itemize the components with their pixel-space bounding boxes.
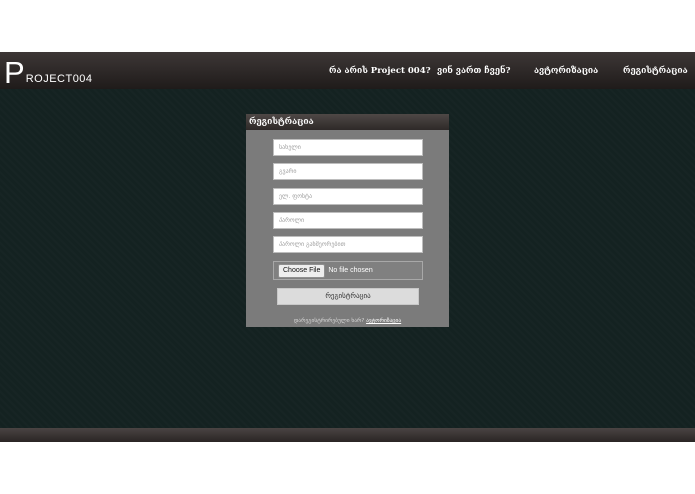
password-input[interactable] [273, 212, 423, 229]
first-name-input[interactable] [273, 139, 423, 156]
nav-item-who-we-are[interactable]: ვინ ვართ ჩვენ? [437, 66, 511, 76]
login-link[interactable]: ავტორიზაცია [366, 318, 401, 324]
login-prompt: დარეგისტრირებული ხარ? [293, 318, 365, 324]
email-input[interactable] [273, 188, 423, 205]
choose-file-button[interactable]: Choose File [278, 263, 326, 278]
file-upload: Choose File No file chosen [273, 261, 423, 280]
nav-item-about-project[interactable]: რა არის Project 004? [329, 66, 431, 76]
register-button[interactable]: რეგისტრაცია [277, 288, 419, 305]
nav-item-register[interactable]: რეგისტრაცია [623, 66, 688, 76]
registration-panel: რეგისტრაცია Choose File No file chosen რ… [246, 114, 449, 327]
nav-item-login[interactable]: ავტორიზაცია [534, 66, 598, 76]
file-status: No file chosen [328, 267, 373, 274]
footer-bar [0, 428, 695, 442]
last-name-input[interactable] [273, 163, 423, 180]
registration-title: რეგისტრაცია [246, 114, 449, 130]
password-confirm-input[interactable] [273, 236, 423, 253]
main-nav: რა არის Project 004? ვინ ვართ ჩვენ? ავტო… [0, 66, 695, 78]
login-prompt-line: დარეგისტრირებული ხარ? ავტორიზაცია [246, 318, 449, 324]
